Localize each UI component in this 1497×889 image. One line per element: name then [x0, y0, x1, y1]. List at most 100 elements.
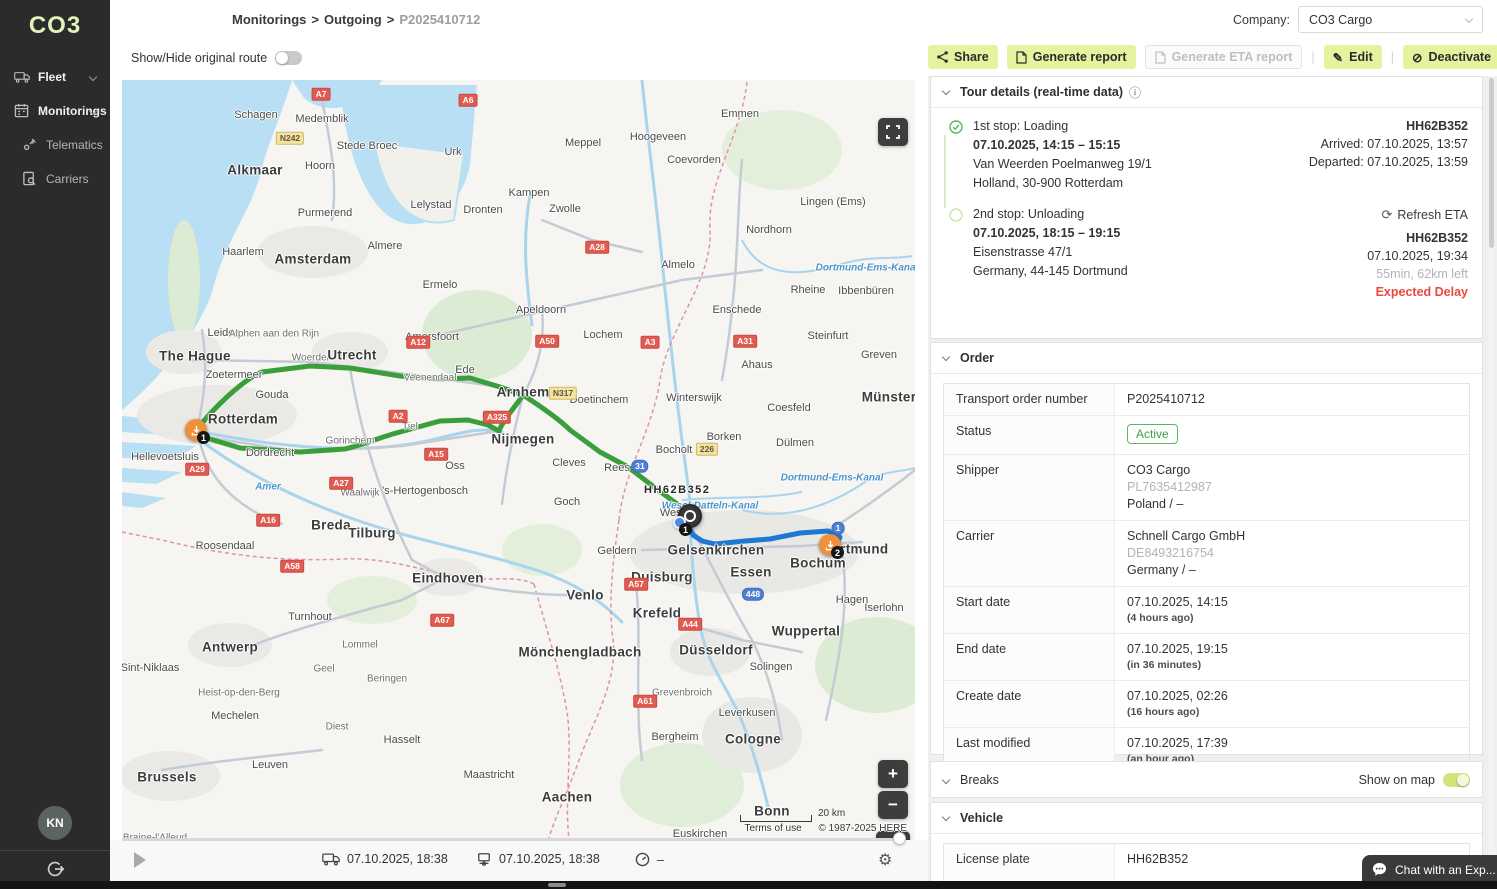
terms-of-use-link[interactable]: Terms of use — [744, 823, 801, 834]
map-city-label: Maastricht — [464, 769, 515, 781]
map-city-label: Urk — [444, 146, 461, 158]
logout-icon[interactable] — [44, 858, 66, 880]
road-shield: A2 — [389, 410, 408, 423]
bottom-scroll-thumb[interactable] — [548, 883, 566, 887]
chat-label: Chat with an Exp... — [1395, 863, 1496, 877]
avatar[interactable]: KN — [38, 806, 72, 840]
vehicle-header[interactable]: Vehicle — [931, 803, 1482, 834]
map-city-label: Greven — [861, 349, 897, 361]
speed-value: – — [657, 853, 664, 867]
stop-2: 2nd stop: Unloading 07.10.2025, 18:15 – … — [943, 207, 1470, 278]
sidebar-item-fleet[interactable]: Fleet — [0, 62, 110, 92]
timeline-track[interactable] — [122, 838, 903, 841]
panel-scrollbar[interactable] — [1488, 76, 1495, 881]
departed-time: 07.10.2025, 13:59 — [1367, 155, 1468, 169]
map-city-label: Apeldoorn — [516, 304, 566, 316]
road-shield: 31 — [631, 460, 648, 473]
share-button[interactable]: Share — [928, 45, 998, 69]
row-value: Active — [1115, 416, 1469, 454]
map-city-label: Arnhem — [497, 385, 550, 400]
marker-badge: 2 — [831, 546, 844, 559]
truck-time: 07.10.2025, 18:38 — [347, 852, 448, 866]
sidebar: CO3 FleetMonitoringsTelematicsCarriers K… — [0, 0, 110, 889]
play-button[interactable] — [134, 852, 146, 868]
order-row: Create date07.10.2025, 02:26(16 hours ag… — [944, 681, 1469, 728]
map-city-label: Krefeld — [633, 606, 682, 621]
chevron-down-icon — [942, 812, 950, 820]
order-header[interactable]: Order — [931, 343, 1482, 374]
chat-with-expert-button[interactable]: Chat with an Exp... — [1362, 855, 1497, 884]
order-row: End date07.10.2025, 19:15(in 36 minutes) — [944, 634, 1469, 681]
breadcrumb-outgoing[interactable]: Outgoing — [324, 12, 382, 27]
chevron-down-icon — [1465, 14, 1473, 22]
map-water-label: Amer — [255, 482, 281, 493]
deactivate-button[interactable]: ⊘ Deactivate — [1403, 45, 1497, 69]
fullscreen-icon — [886, 125, 900, 139]
map-city-label: Alkmaar — [227, 163, 282, 178]
sidebar-item-carriers[interactable]: Carriers — [0, 164, 110, 194]
map-city-label: Diest — [326, 722, 349, 733]
map-city-label: Winterswijk — [666, 392, 722, 404]
marker-badge: 1 — [197, 431, 210, 444]
map-city-label: Lommel — [342, 640, 378, 651]
info-icon[interactable]: ⓘ — [1129, 84, 1141, 101]
road-shield: A61 — [633, 695, 657, 708]
timeline-settings-gear-icon[interactable]: ⚙ — [878, 850, 892, 870]
stop-address-2: Holland, 30-900 Rotterdam — [973, 176, 1470, 190]
expected-delay-label: Expected Delay — [1367, 285, 1468, 299]
map-city-label: Geldern — [597, 545, 636, 557]
truck-icon — [322, 852, 340, 866]
route-toggle[interactable] — [275, 51, 302, 65]
road-shield: A15 — [424, 448, 448, 461]
trailer-time: 07.10.2025, 18:38 — [499, 852, 600, 866]
stop-marker-1[interactable]: 1 — [185, 419, 207, 441]
generate-eta-report-button: Generate ETA report — [1145, 45, 1303, 69]
row-label: End date — [944, 634, 1115, 680]
action-bar: Share Generate report Generate ETA repor… — [928, 38, 1497, 76]
road-shield: N242 — [276, 132, 304, 145]
timeline-bar: 07.10.2025, 18:38 07.10.2025, 18:38 – ⚙ — [110, 840, 928, 881]
map-city-label: Oss — [445, 460, 465, 472]
order-row: ShipperCO3 CargoPL7635412987Poland / – — [944, 455, 1469, 521]
row-value: P2025410712 — [1115, 384, 1469, 415]
row-value: 07.10.2025, 02:26(16 hours ago) — [1115, 681, 1469, 727]
row-label: Start date — [944, 587, 1115, 633]
truck-position-marker[interactable]: 1 — [678, 504, 702, 528]
company-select[interactable]: CO3 Cargo — [1298, 6, 1483, 33]
map-city-label: Gelsenkirchen — [668, 543, 765, 558]
zoom-in-button[interactable]: + — [878, 760, 908, 788]
sidebar-item-telematics[interactable]: Telematics — [0, 130, 110, 160]
fullscreen-button[interactable] — [878, 118, 908, 146]
refresh-icon: ⟳ — [1381, 207, 1392, 222]
row-label: Transport order number — [944, 384, 1115, 415]
row-label: Status — [944, 416, 1115, 454]
map-city-label: Ermelo — [423, 279, 458, 291]
breadcrumb-monitorings[interactable]: Monitorings — [232, 12, 306, 27]
tour-details-header[interactable]: Tour details (real-time data) ⓘ — [931, 77, 1482, 108]
map-scale-label: 20 km — [818, 808, 845, 819]
calendar-icon — [14, 103, 30, 119]
chat-bubble-icon — [1372, 862, 1387, 877]
show-on-map-label: Show on map — [1359, 773, 1435, 787]
breaks-card: Breaks Show on map — [930, 761, 1483, 798]
sidebar-item-monitorings[interactable]: Monitorings — [0, 96, 110, 126]
refresh-eta-button[interactable]: ⟳Refresh ETA — [1367, 207, 1468, 223]
speed-group: – — [635, 852, 664, 867]
map-city-label: Turnhout — [288, 611, 332, 623]
breaks-title[interactable]: Breaks — [960, 773, 999, 787]
edit-button[interactable]: ✎ Edit — [1324, 45, 1382, 69]
map-canvas[interactable]: SchagenMedemblikStede BroecAlkmaarHoornU… — [122, 80, 915, 840]
order-row: Start date07.10.2025, 14:15(4 hours ago) — [944, 587, 1469, 634]
zoom-out-button[interactable]: − — [878, 791, 908, 819]
stop-marker-2[interactable]: 2 — [819, 534, 841, 556]
map-city-label: Woerden — [292, 353, 332, 364]
map-city-label: Coevorden — [667, 154, 721, 166]
road-shield: A50 — [535, 335, 559, 348]
generate-report-button[interactable]: Generate report — [1007, 45, 1136, 69]
road-shield: A16 — [256, 514, 280, 527]
arrived-time: 07.10.2025, 13:57 — [1367, 137, 1468, 151]
row-value: 07.10.2025, 19:15(in 36 minutes) — [1115, 634, 1469, 680]
timeline-handle[interactable] — [893, 832, 906, 845]
stop-2-status: ⟳Refresh ETA HH62B352 07.10.2025, 19:34 … — [1367, 207, 1468, 303]
show-on-map-toggle[interactable] — [1443, 773, 1470, 787]
